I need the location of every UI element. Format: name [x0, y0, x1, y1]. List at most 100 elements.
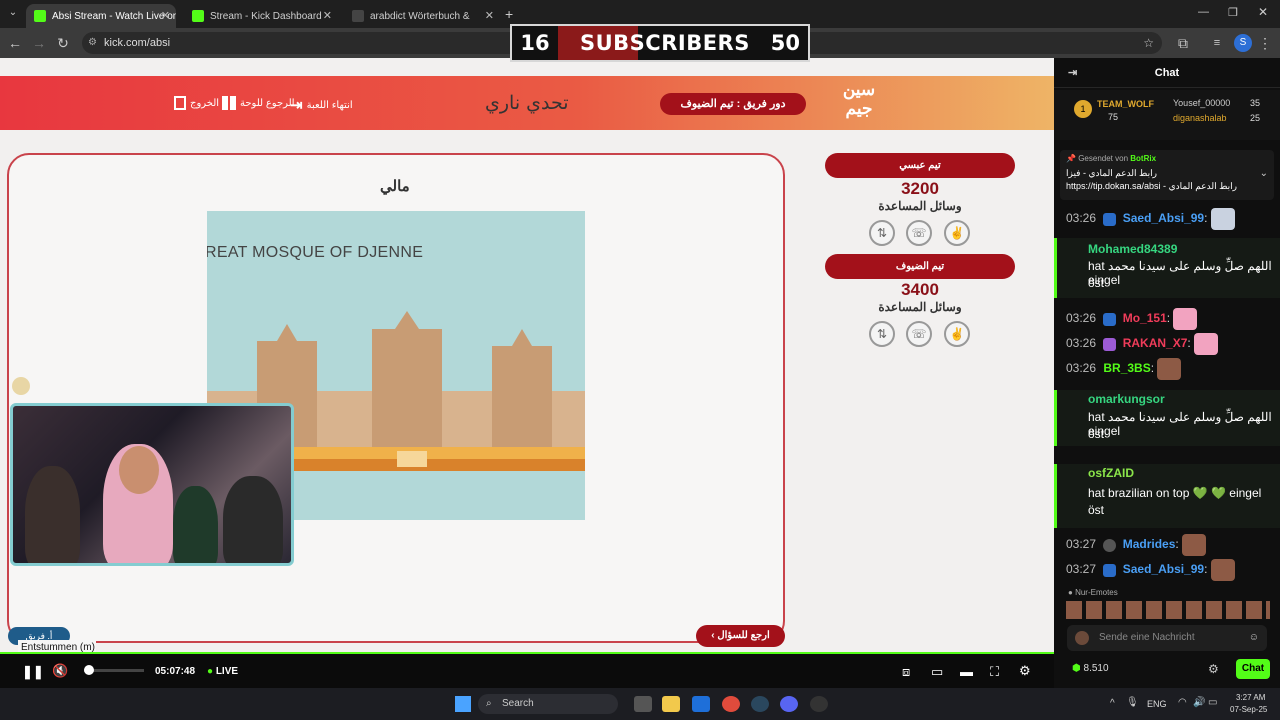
close-window-icon[interactable]: ✕ — [1258, 5, 1268, 19]
tab-arabdict[interactable]: arabdict Wörterbuch & Übersetzer ✕ — [344, 4, 500, 28]
taskbar-time[interactable]: 3:27 AM — [1236, 693, 1265, 702]
minimize-icon[interactable]: — — [1198, 6, 1209, 18]
site-info-icon[interactable]: ⚙ — [88, 32, 97, 54]
gift-user[interactable]: osfZAID — [1088, 466, 1134, 480]
info-icon: ● — [1068, 588, 1073, 597]
search-icon: ⌕ — [486, 698, 492, 709]
extensions-icon[interactable]: ⧉ — [1174, 34, 1192, 52]
maximize-icon[interactable]: ❐ — [1228, 6, 1238, 19]
forward-arrow-icon[interactable]: → — [30, 34, 48, 52]
msg-user[interactable]: RAKAN_X7 — [1123, 336, 1188, 350]
team-2-hand-icon[interactable]: ✌ — [944, 321, 970, 347]
outlook-icon[interactable] — [692, 696, 710, 712]
msg-user[interactable]: Saed_Absi_99 — [1123, 562, 1204, 576]
tab-label: Stream - Kick Dashboard — [210, 10, 322, 22]
clip-icon[interactable]: ⧈ — [902, 664, 910, 680]
tab-close-icon[interactable]: ✕ — [323, 9, 332, 22]
mute-icon[interactable]: 🔇 — [52, 663, 68, 679]
gift-user[interactable]: omarkungsor — [1088, 392, 1165, 406]
team-2-name-pill: تيم الضيوف — [825, 254, 1015, 279]
chrome-icon[interactable] — [722, 696, 740, 712]
taskbar-search[interactable]: ⌕ Search — [478, 694, 618, 714]
team-2-swap-icon[interactable]: ⇅ — [869, 321, 895, 347]
media-control-icon[interactable]: ≡ — [1208, 34, 1226, 52]
live-indicator: ● LIVE — [207, 666, 238, 677]
emote-image — [1210, 559, 1235, 581]
taskbar-date[interactable]: 07-Sep-25 — [1230, 705, 1267, 714]
back-arrow-icon[interactable]: ← — [6, 34, 24, 52]
send-chat-button[interactable]: Chat — [1236, 659, 1270, 679]
mic-icon[interactable]: 🎙 — [1126, 697, 1139, 708]
team-2-phone-icon[interactable]: ☏ — [906, 321, 932, 347]
team-1-hand-icon[interactable]: ✌ — [944, 220, 970, 246]
chat-message-input[interactable]: Sende eine Nachricht ☺ — [1067, 625, 1267, 651]
tab-search-icon[interactable]: ⌄ — [6, 7, 20, 21]
live-label: LIVE — [215, 666, 239, 677]
task-view-icon[interactable] — [634, 696, 652, 712]
emoji-icon[interactable]: ☺ — [1249, 625, 1259, 651]
exit-button[interactable]: الخروج — [174, 96, 219, 110]
tab-close-icon[interactable]: ✕ — [161, 9, 170, 22]
volume-icon[interactable]: 🔊 — [1193, 697, 1205, 708]
team-1-swap-icon[interactable]: ⇅ — [869, 220, 895, 246]
board-label: الرجوع للوحة — [240, 97, 295, 109]
mod-badge-icon — [1103, 212, 1117, 226]
gift-user[interactable]: Mohamed84389 — [1088, 242, 1177, 256]
top-gifters: 1 TEAM_WOLF 75 Yousef_00000 35 diganasha… — [1054, 90, 1280, 140]
turn-indicator: دور فريق : تيم الضيوف — [660, 93, 806, 115]
emote-picker-row[interactable] — [1066, 601, 1270, 619]
tab-close-icon[interactable]: ✕ — [485, 9, 494, 22]
msg-time: 03:26 — [1066, 311, 1097, 326]
msg-user[interactable]: Madrides — [1123, 537, 1176, 551]
tray-chevron-icon[interactable]: ^ — [1110, 698, 1115, 709]
new-tab-icon[interactable]: + — [505, 6, 513, 22]
pip-icon[interactable]: ▭ — [931, 664, 943, 680]
msg-text: : — [1150, 361, 1155, 376]
game-logo: سين جيم — [836, 81, 882, 123]
profile-avatar[interactable]: S — [1234, 34, 1252, 52]
chevron-down-icon[interactable]: ⌄ — [1260, 168, 1268, 179]
emote-image — [1173, 308, 1198, 330]
tab-label: arabdict Wörterbuch & Übersetzer — [370, 10, 470, 22]
fullscreen-icon[interactable]: ⛶ — [990, 664, 999, 680]
msg-text: : — [1204, 211, 1208, 226]
wifi-icon[interactable]: ◠ — [1178, 697, 1187, 708]
back-to-question-button[interactable]: ‹ ارجع للسؤال — [696, 625, 785, 647]
pause-icon[interactable]: ❚❚ — [22, 664, 44, 680]
msg-user[interactable]: Mo_151 — [1123, 311, 1167, 325]
tab-absi-stream[interactable]: Absi Stream - Watch Live on Kick ✕ — [26, 4, 176, 28]
theater-icon[interactable]: ▬ — [960, 664, 973, 679]
chat-message: 03:27 Saed_Absi_99: — [1066, 559, 1235, 581]
msg-text: : — [1175, 537, 1179, 552]
arabdict-favicon-icon — [352, 10, 364, 22]
reload-icon[interactable]: ↻ — [54, 34, 72, 52]
language-indicator[interactable]: ENG — [1147, 699, 1167, 709]
msg-user[interactable]: BR_3BS — [1103, 361, 1150, 375]
guest-figure — [223, 476, 283, 563]
gifter-3-count: 25 — [1250, 113, 1261, 123]
emote-only-label: ● Nur-Emotes — [1068, 588, 1118, 597]
steam-icon[interactable] — [751, 696, 769, 712]
msg-user[interactable]: Saed_Absi_99 — [1123, 211, 1204, 225]
board-button[interactable]: الرجوع للوحة — [222, 96, 295, 110]
mod-badge-icon — [1103, 563, 1117, 577]
team-1-phone-icon[interactable]: ☏ — [906, 220, 932, 246]
pinned-message[interactable]: 📌 Gesendet von BotRix رابط الدعم المادي … — [1060, 150, 1274, 200]
pinned-prefix: Gesendet von — [1078, 154, 1129, 163]
pin-icon: 📌 — [1066, 154, 1076, 163]
obs-icon[interactable] — [810, 696, 828, 712]
chat-settings-gear-icon[interactable]: ⚙ — [1208, 662, 1219, 676]
volume-knob[interactable] — [84, 665, 94, 675]
bookmark-star-icon[interactable]: ☆ — [1143, 32, 1154, 54]
windows-start-icon[interactable] — [455, 696, 471, 712]
browser-menu-icon[interactable]: ⋮ — [1256, 34, 1274, 52]
settings-gear-icon[interactable]: ⚙ — [1019, 663, 1031, 679]
volume-slider[interactable] — [84, 665, 144, 675]
points-icon: ⬢ — [1072, 663, 1081, 674]
file-explorer-icon[interactable] — [662, 696, 680, 712]
end-game-button[interactable]: ⇥ انتهاء اللعبة — [290, 96, 353, 114]
collapse-chat-icon[interactable]: ⇥ — [1068, 58, 1077, 88]
discord-icon[interactable] — [780, 696, 798, 712]
tab-kick-dashboard[interactable]: Stream - Kick Dashboard ✕ — [184, 4, 338, 28]
battery-icon[interactable]: ▭ — [1208, 697, 1217, 708]
